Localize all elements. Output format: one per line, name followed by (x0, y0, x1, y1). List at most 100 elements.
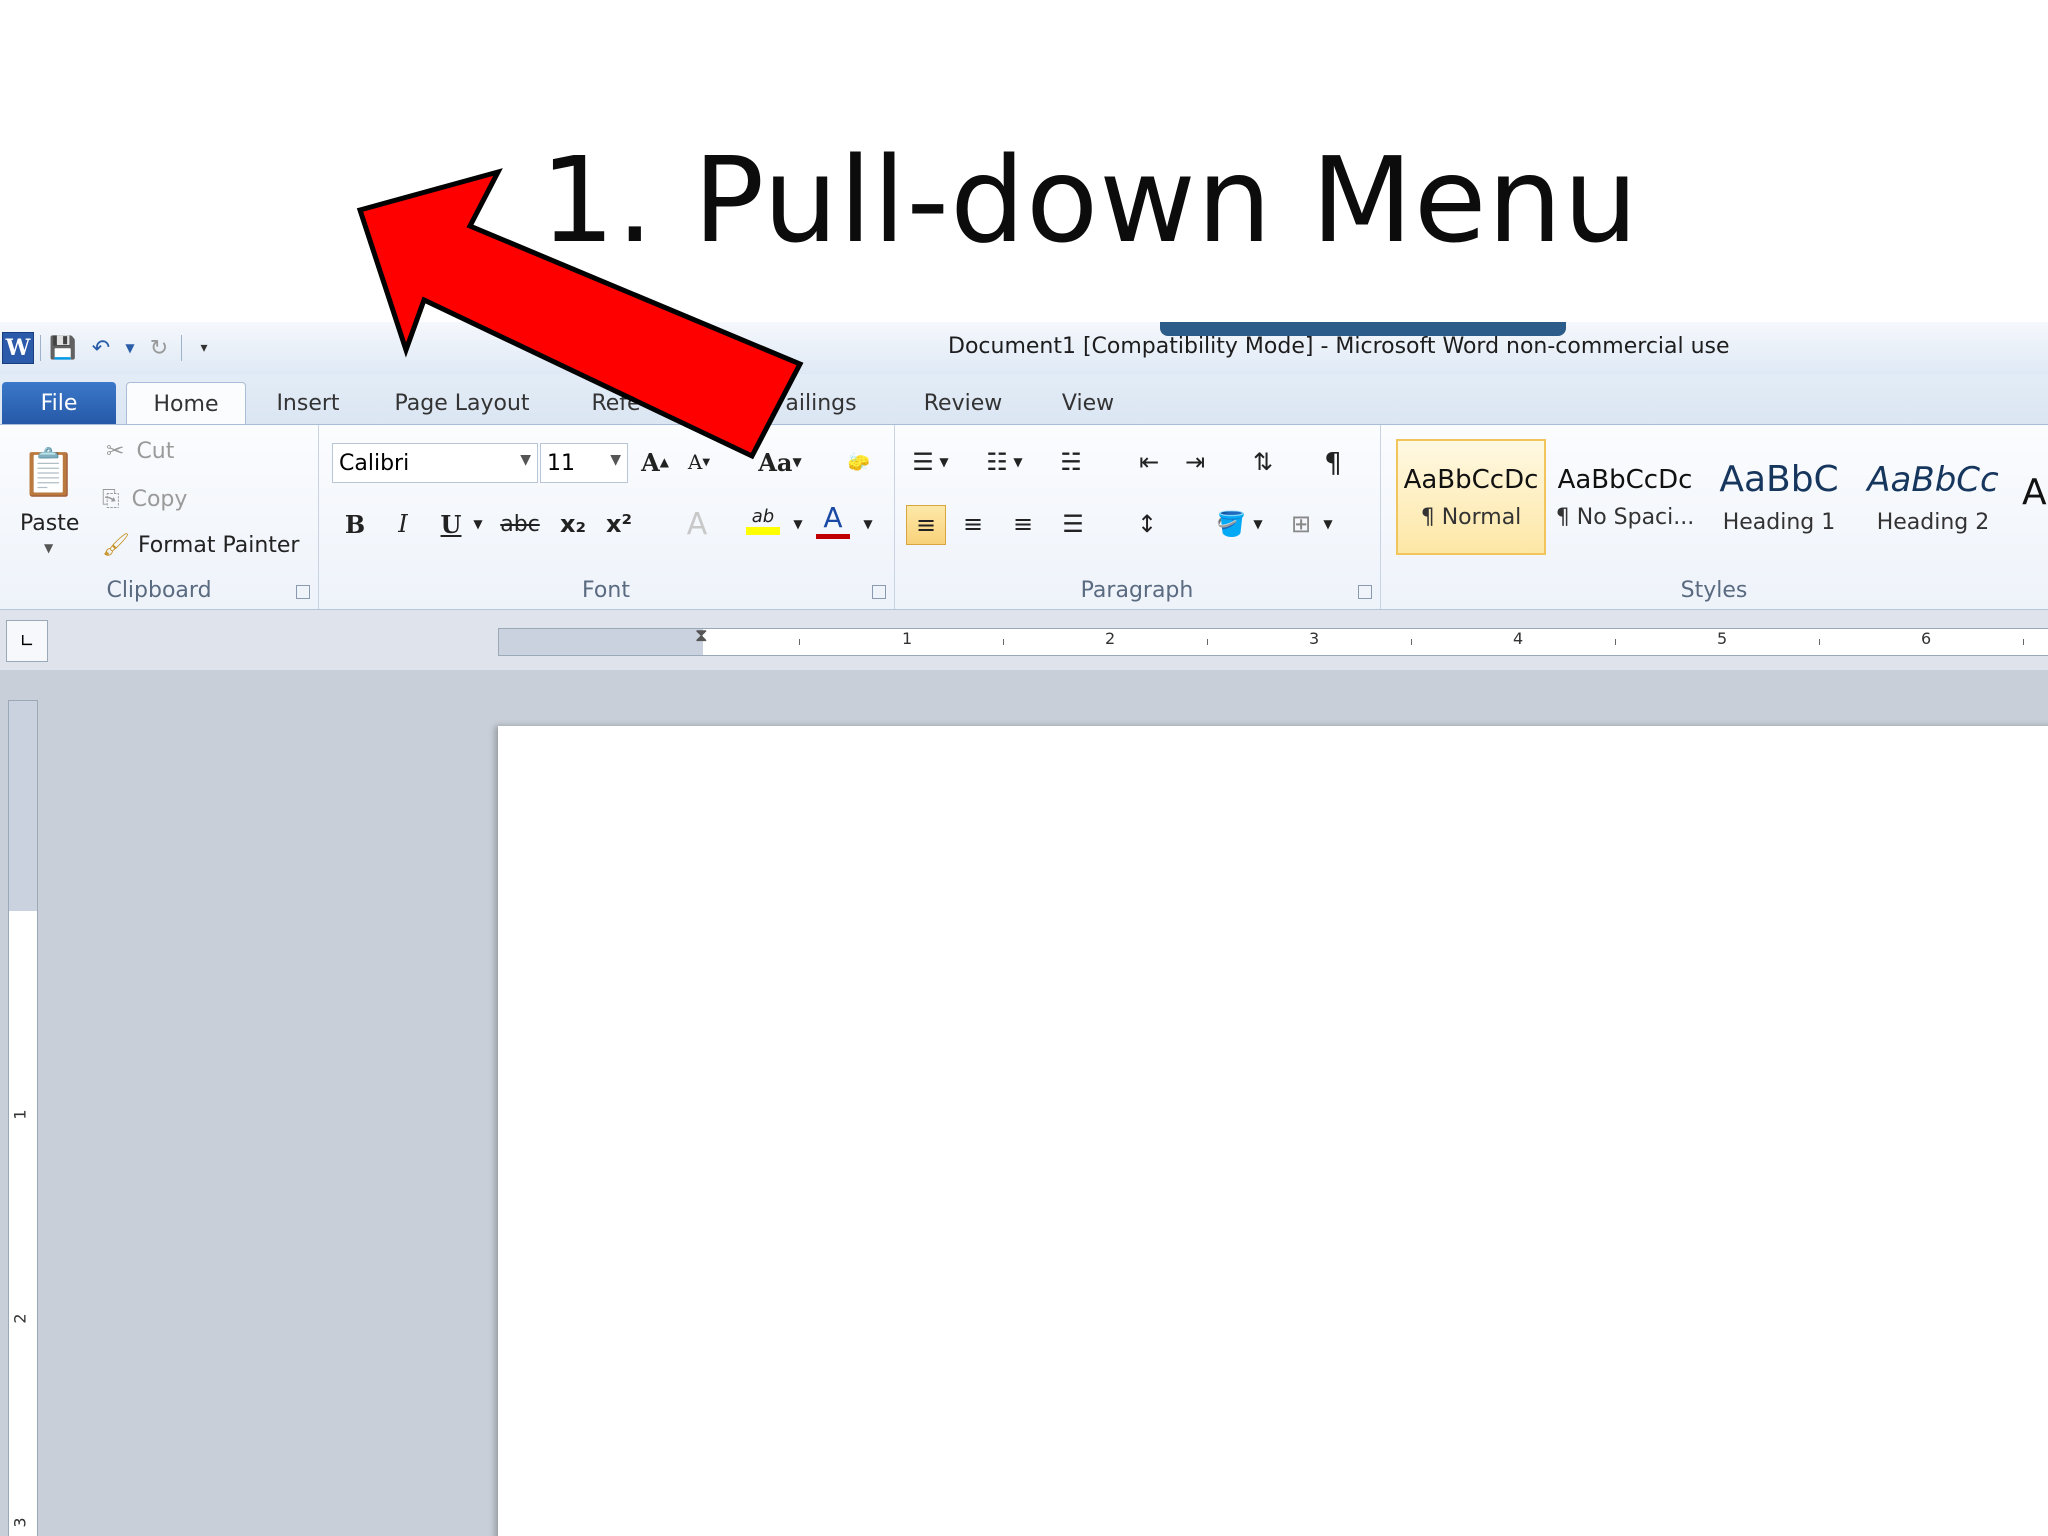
align-center-icon[interactable]: ≡ (954, 505, 992, 543)
font-color-icon[interactable]: A (814, 501, 852, 539)
styles-group-label: Styles (1680, 578, 1748, 603)
paste-label[interactable]: Paste (20, 511, 79, 536)
qat-separator (40, 335, 41, 361)
ribbon-tabs: File Home Insert Page Layout Refe ailing… (0, 374, 2048, 425)
ruler-number: 1 (10, 1109, 30, 1120)
customize-qat-icon[interactable]: ▾ (188, 332, 220, 364)
paragraph-group: ☰ ▼ ☷ ▼ ☵ ⇤ ⇥ ⇅ ¶ ≡ ≡ ≡ ☰ ↕ 🪣 ▼ ⊞ ▼ Para… (894, 425, 1381, 609)
tab-view[interactable]: View (1050, 382, 1126, 424)
indent-marker-icon[interactable]: ⧗ (695, 625, 708, 646)
clipboard-group-label: Clipboard (106, 578, 212, 603)
tab-file[interactable]: File (2, 382, 116, 424)
ruler-number: 2 (10, 1313, 30, 1324)
bullets-dropdown-icon[interactable]: ▼ (934, 443, 954, 481)
font-name-value: Calibri (339, 450, 410, 476)
horizontal-ruler[interactable]: 1 2 3 4 5 6 ⧗ (498, 625, 2048, 656)
tab-selector-icon[interactable]: ∟ (6, 620, 48, 662)
tab-mailings[interactable]: ailings (776, 382, 866, 424)
undo-icon[interactable]: ↶ (85, 332, 117, 364)
underline-dropdown-icon[interactable]: ▼ (468, 505, 488, 543)
tab-home[interactable]: Home (126, 382, 246, 425)
paintbrush-icon: 🖌 (102, 533, 130, 558)
align-right-icon[interactable]: ≡ (1004, 505, 1042, 543)
line-spacing-icon[interactable]: ↕ (1128, 505, 1166, 543)
tab-insert[interactable]: Insert (262, 382, 354, 424)
styles-group: AaBbCcDc ¶ Normal AaBbCcDc ¶ No Spaci...… (1380, 425, 2048, 609)
style-heading-2[interactable]: AaBbCc Heading 2 (1858, 439, 2008, 555)
copy-button[interactable]: ⎘ Copy (102, 487, 187, 512)
slide-title: 1. Pull-down Menu (540, 131, 1639, 269)
grow-font-icon[interactable]: A ▲ (636, 443, 674, 481)
paragraph-group-label: Paragraph (1080, 578, 1194, 603)
word-logo-icon[interactable]: W (2, 332, 34, 364)
ruler-margin (499, 629, 703, 655)
font-launcher-icon[interactable] (872, 585, 886, 599)
style-sample: AaBbCcDc (1403, 464, 1539, 495)
shading-icon[interactable]: 🪣 (1212, 505, 1250, 543)
paragraph-launcher-icon[interactable] (1358, 585, 1372, 599)
scissors-icon: ✂ (106, 439, 125, 464)
clear-formatting-icon[interactable]: 🧽 (840, 443, 878, 481)
paste-icon[interactable]: 📋 (16, 437, 82, 507)
word-window: W 💾 ↶ ▼ ↻ ▾ Document1 [Compatibility Mod… (0, 322, 2048, 1536)
style-heading-1[interactable]: AaBbC Heading 1 (1704, 439, 1854, 555)
vertical-ruler[interactable]: 1 2 3 (8, 700, 38, 1536)
paste-dropdown-icon[interactable]: ▼ (44, 541, 53, 555)
highlight-dropdown-icon[interactable]: ▼ (788, 505, 808, 543)
justify-icon[interactable]: ☰ (1054, 505, 1092, 543)
ruler-tick (2023, 639, 2024, 645)
ruler-row: ∟ 1 2 3 4 5 6 ⧗ (0, 610, 2048, 670)
style-normal[interactable]: AaBbCcDc ¶ Normal (1396, 439, 1546, 555)
multilevel-list-icon[interactable]: ☵ (1052, 443, 1090, 481)
numbering-dropdown-icon[interactable]: ▼ (1008, 443, 1028, 481)
font-color-dropdown-icon[interactable]: ▼ (858, 505, 878, 543)
tab-page-layout[interactable]: Page Layout (386, 382, 538, 424)
borders-icon[interactable]: ⊞ (1282, 505, 1320, 543)
tab-review[interactable]: Review (910, 382, 1016, 424)
align-left-icon[interactable]: ≡ (906, 505, 946, 545)
text-effects-icon[interactable]: A (678, 505, 716, 543)
copy-label: Copy (131, 487, 188, 512)
subscript-button[interactable]: x₂ (554, 505, 592, 543)
decrease-indent-icon[interactable]: ⇤ (1130, 443, 1168, 481)
shrink-font-icon[interactable]: A ▼ (680, 443, 718, 481)
clipboard-launcher-icon[interactable] (296, 585, 310, 599)
ruler-tick (1003, 639, 1004, 645)
superscript-button[interactable]: x² (600, 505, 638, 543)
style-name: Heading 1 (1722, 510, 1836, 535)
chevron-down-icon: ▼ (610, 452, 621, 468)
underline-button[interactable]: U (432, 505, 470, 543)
format-painter-button[interactable]: 🖌 Format Painter (102, 533, 299, 558)
font-size-combo[interactable]: 11 ▼ (540, 443, 628, 483)
style-more[interactable]: A (2012, 439, 2048, 555)
cut-button[interactable]: ✂ Cut (106, 439, 174, 464)
change-case-button[interactable]: Aa ▼ (752, 443, 808, 481)
style-sample: A (2022, 471, 2047, 513)
copy-icon: ⎘ (102, 487, 120, 512)
ruler-tick (1207, 639, 1208, 645)
redo-icon[interactable]: ↻ (143, 332, 175, 364)
ruler-margin (9, 701, 37, 911)
bold-button[interactable]: B (336, 505, 374, 543)
sort-icon[interactable]: ⇅ (1244, 443, 1282, 481)
font-group-label: Font (582, 578, 630, 603)
save-icon[interactable]: 💾 (47, 332, 79, 364)
increase-indent-icon[interactable]: ⇥ (1176, 443, 1214, 481)
ruler-number: 6 (1921, 629, 1932, 648)
italic-button[interactable]: I (384, 505, 422, 543)
undo-dropdown-icon[interactable]: ▼ (123, 332, 137, 364)
style-sample: AaBbC (1719, 459, 1839, 500)
document-page[interactable] (498, 726, 2048, 1536)
strikethrough-button[interactable]: abc (496, 505, 544, 543)
highlight-icon[interactable]: ab (744, 501, 782, 539)
shading-dropdown-icon[interactable]: ▼ (1248, 505, 1268, 543)
style-no-spacing[interactable]: AaBbCcDc ¶ No Spaci... (1550, 439, 1700, 555)
format-painter-label: Format Painter (137, 533, 300, 558)
ribbon: 📋 Paste ▼ ✂ Cut ⎘ Copy 🖌 Format Painter Cli… (0, 424, 2048, 610)
show-formatting-button[interactable]: ¶ (1314, 443, 1352, 481)
style-sample: AaBbCcDc (1557, 464, 1693, 495)
qat-separator (181, 335, 182, 361)
borders-dropdown-icon[interactable]: ▼ (1318, 505, 1338, 543)
font-name-combo[interactable]: Calibri ▼ (332, 443, 538, 483)
tab-references[interactable]: Refe (586, 382, 646, 424)
